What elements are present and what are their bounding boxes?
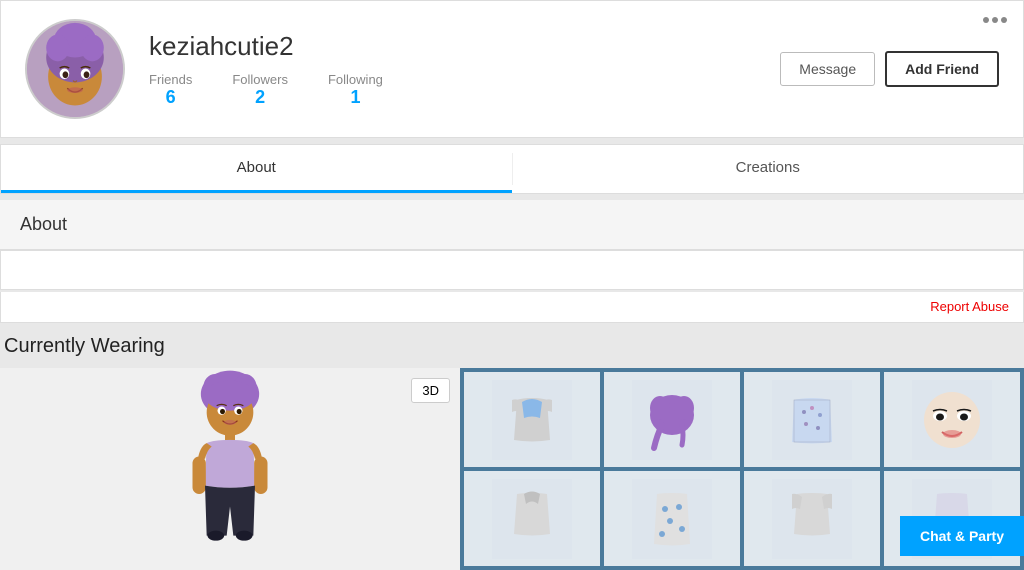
profile-card: keziahcutie2 Friends 6 Followers 2 Follo… — [0, 0, 1024, 138]
friends-label: Friends — [149, 72, 192, 87]
followers-label: Followers — [232, 72, 288, 87]
about-content-area — [0, 250, 1024, 290]
more-menu-button[interactable] — [983, 17, 1007, 23]
report-abuse-bar: Report Abuse — [0, 292, 1024, 323]
avatar-3d-container: 3D — [0, 368, 460, 570]
followers-value: 2 — [232, 87, 288, 108]
tabs-bar: About Creations — [0, 144, 1024, 194]
profile-stats: Friends 6 Followers 2 Following 1 — [149, 72, 780, 108]
about-section: About — [0, 200, 1024, 250]
following-label: Following — [328, 72, 383, 87]
item-cell-5[interactable] — [464, 471, 600, 566]
more-dot-1 — [983, 17, 989, 23]
item-cell-1[interactable] — [464, 372, 600, 467]
item-cell-4[interactable] — [884, 372, 1020, 467]
chat-party-button[interactable]: Chat & Party — [900, 516, 1024, 556]
profile-info: keziahcutie2 Friends 6 Followers 2 Follo… — [149, 31, 780, 108]
about-title: About — [20, 214, 67, 234]
tab-creations[interactable]: Creations — [513, 145, 1024, 193]
tab-about[interactable]: About — [1, 145, 512, 193]
message-button[interactable]: Message — [780, 52, 875, 86]
wearing-title: Currently Wearing — [0, 335, 1024, 368]
item-cell-2[interactable] — [604, 372, 740, 467]
btn-3d[interactable]: 3D — [411, 378, 450, 403]
report-abuse-link[interactable]: Report Abuse — [930, 299, 1009, 314]
following-value: 1 — [328, 87, 383, 108]
item-cell-3[interactable] — [744, 372, 880, 467]
followers-stat: Followers 2 — [232, 72, 288, 108]
more-dot-3 — [1001, 17, 1007, 23]
item-cell-6[interactable] — [604, 471, 740, 566]
username: keziahcutie2 — [149, 31, 780, 62]
following-stat: Following 1 — [328, 72, 383, 108]
friends-value: 6 — [149, 87, 192, 108]
avatar — [25, 19, 125, 119]
add-friend-button[interactable]: Add Friend — [885, 51, 999, 87]
profile-actions: Message Add Friend — [780, 51, 999, 87]
item-cell-7[interactable] — [744, 471, 880, 566]
wearing-section: Currently Wearing 3D — [0, 323, 1024, 570]
wearing-content: 3D — [0, 368, 1024, 570]
more-dot-2 — [992, 17, 998, 23]
friends-stat: Friends 6 — [149, 72, 192, 108]
